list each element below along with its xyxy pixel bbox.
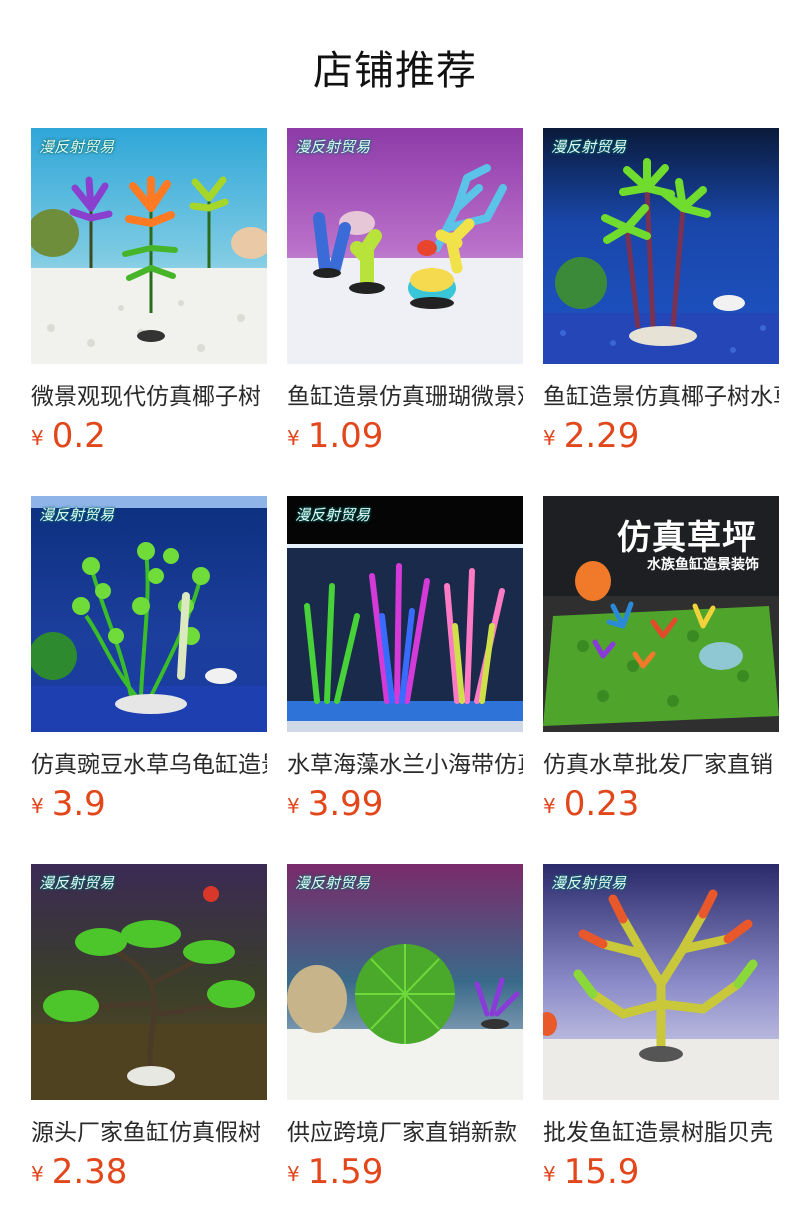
watermark: 漫反射贸易 — [39, 506, 115, 524]
product-name[interactable]: 仿真水草批发厂家直销 — [543, 749, 779, 781]
product-price: ¥2.38 — [31, 1152, 127, 1196]
product-image-palm-tree[interactable]: 漫反射贸易 — [543, 128, 779, 364]
page-title: 店铺推荐 — [313, 48, 477, 94]
product-image-coral[interactable]: 漫反射贸易 — [287, 128, 523, 364]
watermark: 漫反射贸易 — [295, 874, 371, 892]
price-value: 1.09 — [307, 416, 384, 456]
product-name[interactable]: 鱼缸造景仿真椰子树水草 — [543, 381, 779, 413]
price-value: 0.2 — [51, 416, 106, 456]
price-value: 3.99 — [307, 784, 384, 824]
product-image-palm-plants[interactable]: 漫反射贸易 — [31, 128, 267, 364]
product-price: ¥3.9 — [31, 784, 106, 828]
product-image-artificial-lawn[interactable]: 仿真草坪 水族鱼缸造景装饰 — [543, 496, 779, 732]
product-price: ¥2.29 — [543, 416, 639, 460]
watermark: 漫反射贸易 — [551, 874, 627, 892]
product-price: ¥0.2 — [31, 416, 106, 460]
product-name[interactable]: 供应跨境厂家直销新款 — [287, 1117, 523, 1149]
price-value: 2.38 — [51, 1152, 128, 1192]
product-name[interactable]: 水草海藻水兰小海带仿真 — [287, 749, 523, 781]
product-image-seaweed[interactable]: 漫反射贸易 — [287, 496, 523, 732]
watermark: 漫反射贸易 — [39, 874, 115, 892]
product-price: ¥3.99 — [287, 784, 383, 828]
currency-symbol: ¥ — [31, 794, 44, 818]
currency-symbol: ¥ — [287, 426, 300, 450]
currency-symbol: ¥ — [543, 1162, 556, 1186]
currency-symbol: ¥ — [31, 1162, 44, 1186]
watermark: 漫反射贸易 — [295, 138, 371, 156]
product-name[interactable]: 源头厂家鱼缸仿真假树 — [31, 1117, 267, 1149]
price-value: 3.9 — [51, 784, 106, 824]
product-price: ¥1.09 — [287, 416, 383, 460]
watermark: 漫反射贸易 — [39, 138, 115, 156]
price-value: 2.29 — [563, 416, 640, 456]
price-value: 15.9 — [563, 1152, 640, 1192]
product-price: ¥0.23 — [543, 784, 639, 828]
watermark: 漫反射贸易 — [295, 506, 371, 524]
product-image-moss-ball[interactable]: 漫反射贸易 — [287, 864, 523, 1100]
product-name[interactable]: 鱼缸造景仿真珊瑚微景观 — [287, 381, 523, 413]
product-image-bonsai-tree[interactable]: 漫反射贸易 — [31, 864, 267, 1100]
currency-symbol: ¥ — [543, 426, 556, 450]
overlay-title: 仿真草坪 — [617, 518, 757, 558]
product-image-resin-coral[interactable]: 漫反射贸易 — [543, 864, 779, 1100]
price-value: 0.23 — [563, 784, 640, 824]
currency-symbol: ¥ — [543, 794, 556, 818]
price-value: 1.59 — [307, 1152, 384, 1192]
currency-symbol: ¥ — [287, 794, 300, 818]
product-price: ¥15.9 — [543, 1152, 639, 1196]
overlay-subtitle: 水族鱼缸造景装饰 — [647, 557, 759, 573]
currency-symbol: ¥ — [31, 426, 44, 450]
product-name[interactable]: 微景观现代仿真椰子树 — [31, 381, 267, 413]
watermark: 漫反射贸易 — [551, 138, 627, 156]
product-name[interactable]: 批发鱼缸造景树脂贝壳 — [543, 1117, 779, 1149]
currency-symbol: ¥ — [287, 1162, 300, 1186]
product-name[interactable]: 仿真豌豆水草乌龟缸造景 — [31, 749, 267, 781]
product-price: ¥1.59 — [287, 1152, 383, 1196]
product-image-pea-plant[interactable]: 漫反射贸易 — [31, 496, 267, 732]
